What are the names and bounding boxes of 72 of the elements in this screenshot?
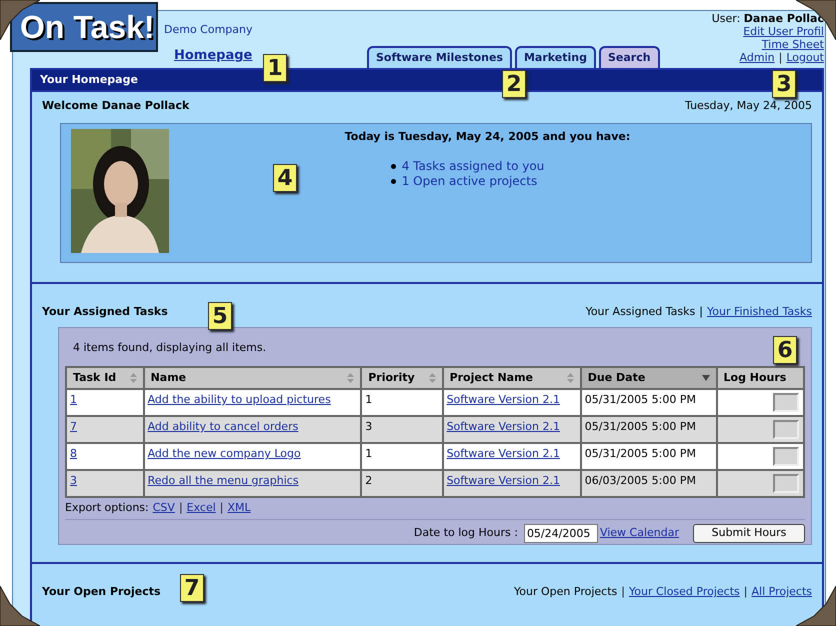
nav-tab[interactable]: Marketing — [514, 46, 596, 68]
separator: | — [778, 51, 782, 64]
export-label: Export options: — [65, 500, 149, 516]
date-field[interactable]: 05/24/2005 — [524, 524, 598, 542]
section-title: Your Open Projects — [42, 584, 161, 600]
current-view-label: Your Assigned Tasks — [586, 304, 696, 320]
section-title: Your Assigned Tasks — [42, 304, 168, 320]
view-calendar-link[interactable]: View Calendar — [600, 524, 679, 542]
user-link[interactable]: Edit User Profil — [743, 25, 824, 38]
finished-tasks-link[interactable]: Your Finished Tasks — [706, 304, 812, 320]
task-id-link[interactable]: 1 — [70, 393, 77, 406]
callout-number: 6 — [773, 336, 797, 364]
separator: | — [220, 500, 224, 516]
summary-link[interactable]: 1 Open active projects — [402, 174, 538, 189]
projects-link[interactable]: Your Closed Projects — [628, 584, 740, 600]
callout-number: 4 — [273, 164, 297, 192]
task-name-link[interactable]: Redo all the menu graphics — [148, 474, 299, 487]
callout-number: 2 — [502, 70, 526, 98]
current-view-label: Your Open Projects — [514, 584, 618, 600]
separator: | — [178, 500, 183, 516]
welcome-title: Welcome Danae Pollack — [42, 98, 190, 114]
project-link[interactable]: Software Version 2.1 — [446, 393, 560, 406]
items-found-text: 4 items found, displaying all items. — [73, 340, 266, 354]
column-header[interactable]: Project Name — [442, 367, 581, 389]
callout-number: 1 — [263, 54, 287, 82]
task-id-link[interactable]: 8 — [70, 447, 77, 460]
project-link[interactable]: Software Version 2.1 — [446, 474, 560, 487]
column-header[interactable]: Name — [144, 367, 362, 389]
separator: | — [699, 304, 703, 320]
summary-heading: Today is Tuesday, May 24, 2005 and you have: — [344, 128, 630, 144]
homepage-link[interactable]: Homepage — [174, 46, 252, 66]
export-link[interactable]: CSV — [152, 500, 175, 516]
logo[interactable]: On Task! — [10, 2, 158, 52]
column-header[interactable]: Task Id — [66, 367, 144, 389]
separator: | — [744, 584, 748, 600]
column-header[interactable]: Due Date — [580, 367, 716, 389]
table-cell: 2 — [361, 470, 443, 497]
summary-link[interactable]: 4 Tasks assigned to you — [402, 159, 544, 174]
nav-tab[interactable]: Software Milestones — [367, 46, 512, 68]
callout-number: 3 — [772, 70, 796, 98]
callout-number: 7 — [180, 574, 204, 602]
project-link[interactable]: Software Version 2.1 — [446, 447, 560, 460]
task-name-link[interactable]: Add the new company Logo — [148, 447, 301, 460]
user-link[interactable]: Logout — [786, 51, 824, 64]
user-link[interactable]: Admin — [740, 51, 775, 64]
column-header[interactable]: Priority — [361, 367, 443, 389]
column-header: Log Hours — [716, 367, 804, 389]
task-id-link[interactable]: 7 — [70, 420, 77, 433]
bullet-icon — [390, 164, 396, 169]
separator: | — [621, 584, 625, 600]
corner-ornament-icon — [0, 586, 40, 626]
submit-hours-button[interactable]: Submit Hours — [693, 524, 805, 542]
task-name-link[interactable]: Add the ability to upload pictures — [148, 393, 331, 406]
export-link[interactable]: XML — [228, 500, 251, 516]
task-name-link[interactable]: Add ability to cancel orders — [148, 420, 298, 433]
task-id-link[interactable]: 3 — [70, 474, 77, 487]
project-link[interactable]: Software Version 2.1 — [446, 420, 560, 433]
log-hours-field[interactable] — [773, 393, 799, 412]
table-cell: 06/03/2005 5:00 PM — [580, 470, 716, 497]
date-label: Date to log Hours : — [414, 524, 518, 541]
export-link[interactable]: Excel — [186, 500, 216, 516]
log-hours-field[interactable] — [773, 474, 799, 493]
user-label: User: Danae Pollac — [712, 12, 824, 25]
user-link[interactable]: Time Sheet — [762, 38, 824, 51]
log-hours-field[interactable] — [773, 420, 799, 439]
projects-link[interactable]: All Projects — [752, 584, 812, 600]
callout-number: 5 — [208, 302, 232, 330]
current-date: Tuesday, May 24, 2005 — [685, 98, 812, 114]
bullet-icon — [390, 179, 396, 184]
nav-tab[interactable]: Search — [599, 46, 660, 68]
company-name: Demo Company — [164, 22, 253, 38]
log-hours-field[interactable] — [773, 447, 799, 466]
